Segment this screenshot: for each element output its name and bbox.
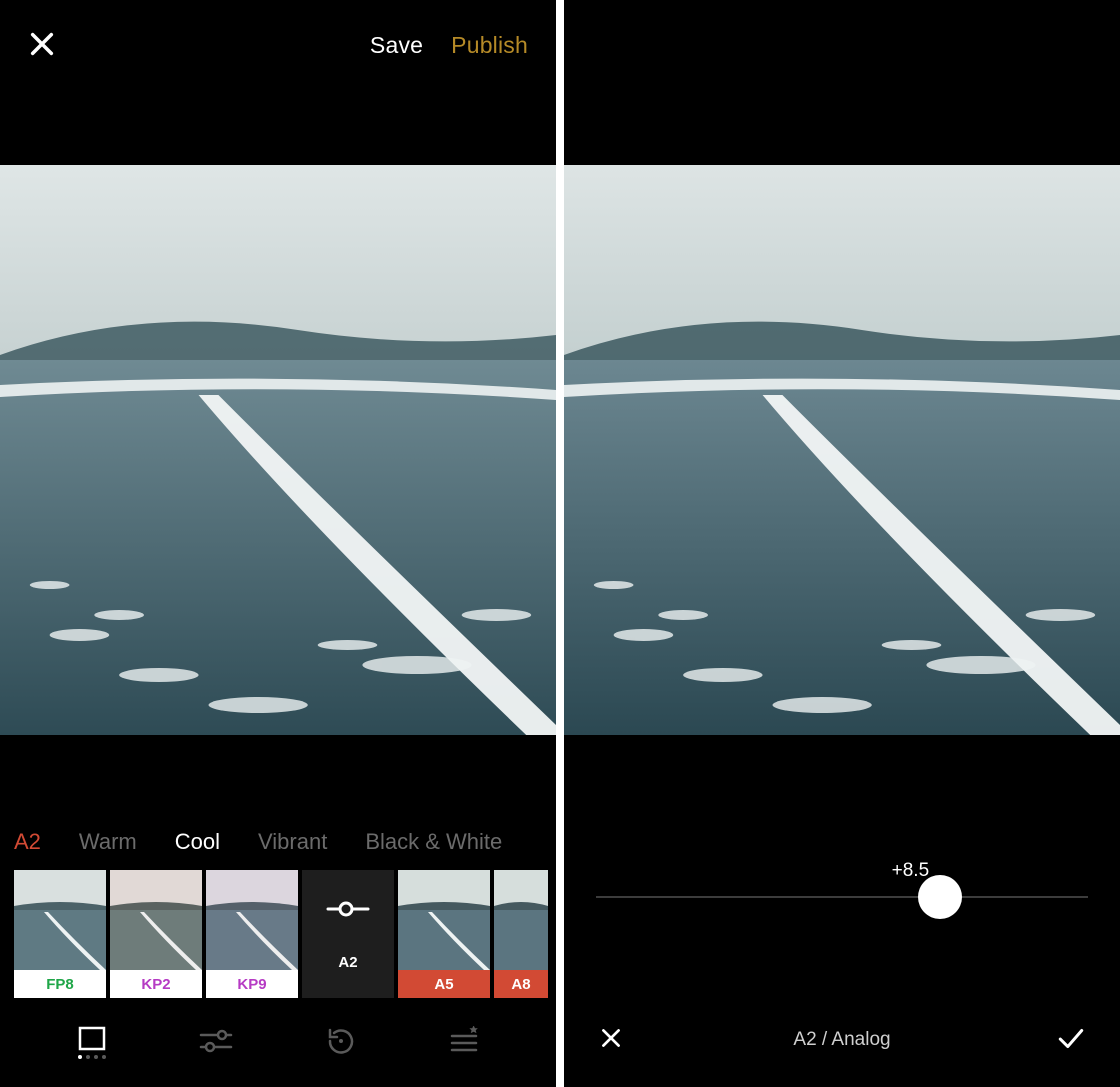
photo-preview[interactable] [564,165,1120,735]
tool-recipes-icon[interactable] [447,1026,481,1061]
filter-thumb-selected-a2[interactable]: A2 [302,870,394,998]
filter-thumb-label: A8 [494,970,548,998]
filter-thumb-label: KP2 [110,970,202,998]
filter-thumb-label: KP9 [206,970,298,998]
photo-preview[interactable] [0,165,556,735]
top-bar: Save Publish [0,0,556,90]
slider-track[interactable] [596,896,1088,898]
filter-thumb-kp9[interactable]: KP9 [206,870,298,998]
filter-thumb-label: FP8 [14,970,106,998]
cat-bw[interactable]: Black & White [365,829,502,855]
slider-knob[interactable] [918,875,962,919]
cat-warm[interactable]: Warm [79,829,137,855]
close-icon[interactable] [28,30,58,60]
filter-thumb-a8[interactable]: A8 [494,870,548,998]
bottom-toolbar [0,1012,556,1075]
save-button[interactable]: Save [370,32,423,59]
filter-name-label: A2 / Analog [564,1029,1120,1051]
filter-thumb-fp8[interactable]: FP8 [14,870,106,998]
filter-thumb-label: A5 [398,970,490,998]
editor-pane-strength: +8.5 A2 / Analog [564,0,1120,1087]
cat-a2[interactable]: A2 [14,829,41,855]
filter-thumb-label: A2 [338,954,357,971]
confirm-icon[interactable] [1056,1025,1086,1056]
filter-thumbnail-row[interactable]: FP8 KP2 [0,870,556,1000]
editor-pane-filters: Save Publish [0,0,556,1087]
strength-slider[interactable]: +8.5 [596,890,1088,898]
adjust-icon [326,897,370,926]
tool-sliders-icon[interactable] [198,1026,234,1061]
cancel-icon[interactable] [598,1025,624,1056]
tool-history-icon[interactable] [324,1024,358,1063]
filter-thumb-kp2[interactable]: KP2 [110,870,202,998]
strength-bottom-bar: A2 / Analog [564,1005,1120,1075]
filter-thumb-a5[interactable]: A5 [398,870,490,998]
cat-cool[interactable]: Cool [175,829,220,855]
cat-vibrant[interactable]: Vibrant [258,829,327,855]
tool-presets-icon[interactable] [75,1024,109,1063]
toolbar-dots [75,1055,109,1059]
publish-button[interactable]: Publish [451,32,528,59]
filter-category-bar: A2 Warm Cool Vibrant Black & White [0,822,556,862]
